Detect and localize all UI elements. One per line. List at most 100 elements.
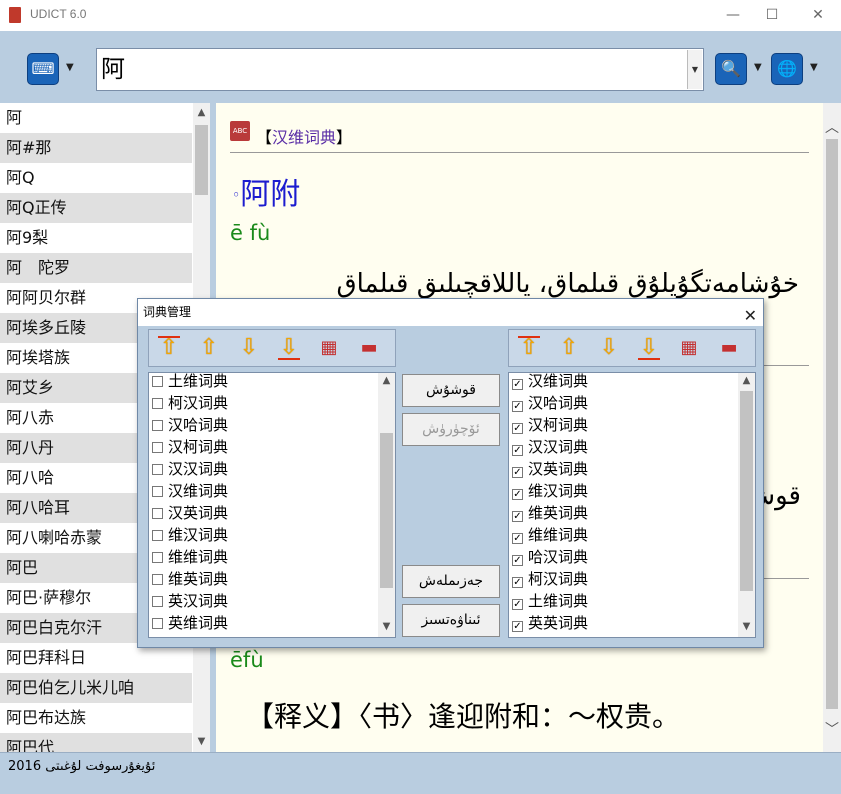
dictionary-checkbox[interactable]: ✓	[512, 533, 523, 544]
search-dropdown-arrow[interactable]: ▼	[754, 62, 762, 73]
dictionary-list-item[interactable]: 英汉词典	[149, 591, 395, 613]
word-list-scroll-thumb[interactable]	[195, 125, 208, 195]
dictionary-checkbox[interactable]	[152, 618, 163, 629]
dictionary-remove-icon[interactable]: ▬	[355, 334, 383, 362]
dictionary-checkbox[interactable]: ✓	[512, 445, 523, 456]
dictionary-list-item[interactable]: ✓ 汉英词典	[509, 459, 755, 481]
dictionary-checkbox[interactable]	[152, 420, 163, 431]
dictionary-remove-icon[interactable]: ▬	[715, 334, 743, 362]
dictionary-checkbox[interactable]	[152, 552, 163, 563]
dictionary-list-item[interactable]: 英维词典	[149, 613, 395, 635]
selected-scroll-thumb[interactable]	[740, 391, 753, 591]
available-scroll-thumb[interactable]	[380, 433, 393, 588]
minimize-button[interactable]: —	[718, 4, 748, 26]
word-list-item[interactable]: 阿	[0, 103, 192, 133]
keyboard-dropdown-arrow[interactable]: ▼	[66, 62, 74, 73]
move-up-icon[interactable]: ⇧	[195, 334, 223, 362]
dictionary-list-item[interactable]: 维英词典	[149, 569, 395, 591]
word-list-item[interactable]: 阿9梨	[0, 223, 192, 253]
dictionary-checkbox[interactable]: ✓	[512, 489, 523, 500]
keyboard-button[interactable]: ⌨	[27, 53, 59, 85]
available-list-scrollbar[interactable]: ▲ ▼	[378, 373, 395, 637]
word-list-item[interactable]: 阿巴伯乞儿米儿咱	[0, 673, 192, 703]
scroll-up-arrow[interactable]: ︿	[823, 117, 841, 137]
dictionary-checkbox[interactable]	[152, 464, 163, 475]
dictionary-checkbox[interactable]	[152, 574, 163, 585]
move-up-icon[interactable]: ⇧	[555, 334, 583, 362]
dictionary-list-item[interactable]: 维汉词典	[149, 525, 395, 547]
dictionary-list-item[interactable]: ✓ 英英词典	[509, 613, 755, 635]
dictionary-list-item[interactable]: ✓ 汉哈词典	[509, 393, 755, 415]
word-list-item[interactable]: 阿巴代	[0, 733, 192, 752]
dictionary-list-item[interactable]: 汉维词典	[149, 481, 395, 503]
dictionary-checkbox[interactable]	[152, 486, 163, 497]
dictionary-checkbox[interactable]: ✓	[512, 511, 523, 522]
dictionary-checkbox[interactable]: ✓	[512, 577, 523, 588]
scroll-down-arrow[interactable]: ▼	[193, 736, 210, 747]
dictionary-add-icon[interactable]: ▦	[315, 334, 343, 362]
dictionary-list-item[interactable]: ✓ 柯汉词典	[509, 569, 755, 591]
dictionary-list-item[interactable]: ✓ 汉维词典	[509, 373, 755, 393]
dictionary-list-item[interactable]: 柯汉词典	[149, 393, 395, 415]
search-history-dropdown[interactable]: ▼	[687, 50, 702, 89]
word-list-item[interactable]: 阿 陀罗	[0, 253, 192, 283]
dictionary-checkbox[interactable]: ✓	[512, 379, 523, 390]
dialog-close-button[interactable]: ✕	[744, 302, 757, 329]
dictionary-list-item[interactable]: ✓ 汉汉词典	[509, 437, 755, 459]
dictionary-checkbox[interactable]	[152, 376, 163, 387]
dictionary-checkbox[interactable]	[152, 530, 163, 541]
dictionary-name[interactable]: 汉维词典	[272, 128, 336, 147]
dictionary-checkbox[interactable]	[152, 508, 163, 519]
online-button[interactable]: 🌐	[771, 53, 803, 85]
move-down-icon[interactable]: ⇩	[235, 334, 263, 362]
word-list-item[interactable]: 阿#那	[0, 133, 192, 163]
word-list-item[interactable]: 阿Q	[0, 163, 192, 193]
scroll-down-arrow[interactable]: ▼	[738, 621, 755, 632]
word-list-item[interactable]: 阿巴布达族	[0, 703, 192, 733]
dictionary-list-item[interactable]: ✓ 土维词典	[509, 591, 755, 613]
search-button[interactable]: 🔍	[715, 53, 747, 85]
dictionary-list-item[interactable]: 维维词典	[149, 547, 395, 569]
close-button[interactable]: ✕	[803, 4, 833, 26]
confirm-button[interactable]: جەزىملەش	[402, 565, 500, 598]
scroll-up-arrow[interactable]: ▲	[738, 375, 755, 386]
move-down-icon[interactable]: ⇩	[595, 334, 623, 362]
dictionary-checkbox[interactable]: ✓	[512, 467, 523, 478]
dictionary-checkbox[interactable]	[152, 398, 163, 409]
entry-scroll-thumb[interactable]	[826, 139, 838, 709]
dictionary-list-item[interactable]: ✓ 汉柯词典	[509, 415, 755, 437]
dictionary-checkbox[interactable]: ✓	[512, 555, 523, 566]
dictionary-list-item[interactable]: 土维词典	[149, 373, 395, 393]
search-input[interactable]: 阿 ▼	[96, 48, 704, 91]
scroll-down-arrow[interactable]: ﹀	[823, 719, 841, 739]
scroll-up-arrow[interactable]: ▲	[378, 375, 395, 386]
dictionary-checkbox[interactable]	[152, 596, 163, 607]
move-top-icon[interactable]: ⇧	[515, 334, 543, 362]
dictionary-checkbox[interactable]: ✓	[512, 401, 523, 412]
dictionary-checkbox[interactable]: ✓	[512, 423, 523, 434]
word-list-item[interactable]: 阿Q正传	[0, 193, 192, 223]
scroll-up-arrow[interactable]: ▲	[193, 107, 210, 118]
dictionary-list-item[interactable]: 汉汉词典	[149, 459, 395, 481]
dictionary-checkbox[interactable]: ✓	[512, 599, 523, 610]
scroll-down-arrow[interactable]: ▼	[378, 621, 395, 632]
dictionary-list-item[interactable]: ✓ 维维词典	[509, 525, 755, 547]
dictionary-list-item[interactable]: ✓ 哈汉词典	[509, 547, 755, 569]
online-dropdown-arrow[interactable]: ▼	[810, 62, 818, 73]
dictionary-list-item[interactable]: 汉柯词典	[149, 437, 395, 459]
cancel-button[interactable]: ئىناۋەتسىز	[402, 604, 500, 637]
dictionary-list-item[interactable]: ✓ 维英词典	[509, 503, 755, 525]
dictionary-checkbox[interactable]: ✓	[512, 621, 523, 632]
selected-list-scrollbar[interactable]: ▲ ▼	[738, 373, 755, 637]
dictionary-add-icon[interactable]: ▦	[675, 334, 703, 362]
move-top-icon[interactable]: ⇧	[155, 334, 183, 362]
dictionary-list-item[interactable]: 汉英词典	[149, 503, 395, 525]
dictionary-list-item[interactable]: 汉哈词典	[149, 415, 395, 437]
add-button[interactable]: قوشۇش	[402, 374, 500, 407]
entry-scrollbar[interactable]: ︿ ﹀	[823, 103, 841, 752]
dictionary-list-item[interactable]: ✓ 维汉词典	[509, 481, 755, 503]
move-bottom-icon[interactable]: ⇩	[635, 334, 663, 362]
dictionary-checkbox[interactable]	[152, 442, 163, 453]
move-bottom-icon[interactable]: ⇩	[275, 334, 303, 362]
remove-button[interactable]: ئۆچۈرۈش	[402, 413, 500, 446]
